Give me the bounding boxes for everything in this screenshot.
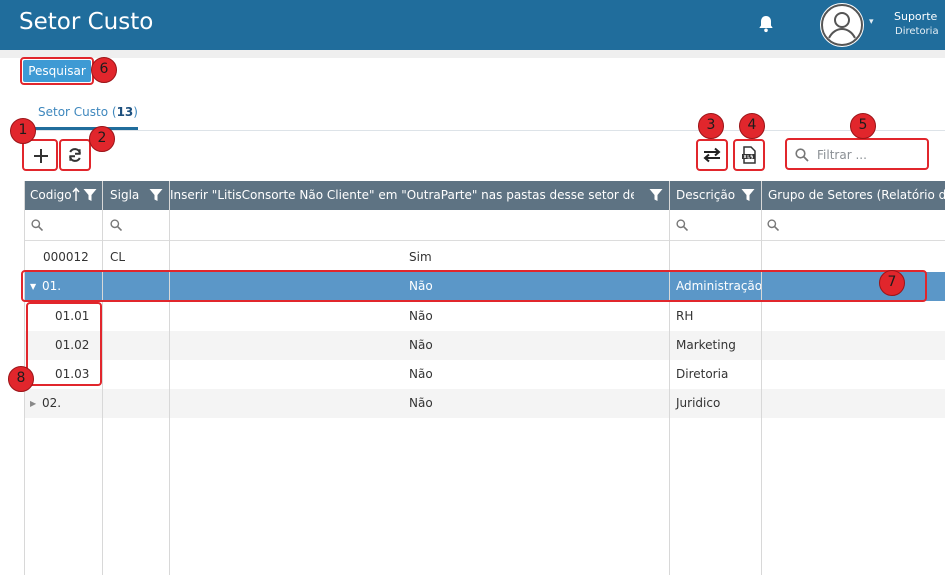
annotation-badge-5: 5 [850, 113, 876, 139]
annotation-badge-7: 7 [879, 270, 905, 296]
chevron-down-icon[interactable]: ▾ [869, 17, 874, 27]
column-header-descricao[interactable]: Descrição [676, 181, 735, 210]
cell-inserir: Sim [409, 250, 432, 264]
column-divider [102, 181, 103, 575]
tab-label: Setor Custo ( [38, 105, 117, 119]
grid-search-row [24, 210, 945, 241]
cell-descricao: RH [676, 309, 694, 323]
table-row[interactable]: 01.01 Não RH [24, 302, 945, 331]
column-header-grupo[interactable]: Grupo de Setores (Relatório de [768, 181, 945, 210]
filter-input[interactable]: Filtrar ... [785, 138, 929, 170]
tab-count: 13 [116, 105, 134, 119]
filter-icon[interactable] [149, 188, 163, 202]
cell-inserir: Não [409, 396, 433, 410]
user-avatar-icon[interactable] [820, 3, 864, 47]
export-xlsx-button[interactable] [733, 139, 765, 171]
search-icon[interactable] [110, 219, 122, 231]
search-icon[interactable] [31, 219, 43, 231]
annotation-badge-4: 4 [739, 113, 765, 139]
user-name: Suporte [894, 10, 938, 23]
cell-descricao: Juridico [676, 396, 721, 410]
sort-asc-icon[interactable] [72, 187, 80, 202]
table-row[interactable]: ▶ 02. Não Juridico [24, 389, 945, 418]
plus-icon [34, 149, 48, 163]
filter-icon[interactable] [741, 188, 755, 202]
cell-codigo: 000012 [43, 250, 89, 264]
annotation-badge-3: 3 [698, 113, 724, 139]
table-row[interactable]: 000012 CL Sim [24, 243, 945, 272]
swap-icon [703, 147, 721, 163]
filter-placeholder: Filtrar ... [817, 148, 867, 162]
table-row[interactable]: 01.02 Não Marketing [24, 331, 945, 360]
tab-setor-custo[interactable]: Setor Custo (13) [38, 105, 138, 119]
tab-divider [24, 130, 945, 131]
cell-descricao: Marketing [676, 338, 736, 352]
refresh-button[interactable] [59, 139, 91, 171]
search-icon[interactable] [676, 219, 688, 231]
search-icon[interactable] [767, 219, 779, 231]
annotation-badge-1: 1 [10, 118, 36, 144]
pesquisar-button[interactable]: Pesquisar [23, 60, 91, 82]
xlsx-export-icon [742, 146, 756, 164]
column-divider [761, 181, 762, 575]
filter-icon[interactable] [83, 188, 97, 202]
page-title: Setor Custo [19, 9, 154, 35]
refresh-icon [69, 148, 81, 162]
cell-sigla: CL [110, 250, 126, 264]
filter-icon[interactable] [649, 188, 663, 202]
annotation-box-8 [26, 302, 102, 386]
add-button[interactable] [22, 139, 58, 171]
tab-suffix: ) [133, 105, 138, 119]
cell-inserir: Não [409, 309, 433, 323]
search-icon [795, 148, 809, 162]
column-divider [669, 181, 670, 575]
annotation-box-7 [21, 270, 927, 302]
annotation-badge-6: 6 [91, 57, 117, 83]
cell-inserir: Não [409, 338, 433, 352]
column-header-inserir[interactable]: Inserir "LitisConsorte Não Cliente" em "… [170, 181, 634, 210]
expand-caret-icon[interactable]: ▶ [30, 389, 36, 418]
column-header-sigla[interactable]: Sigla [110, 181, 139, 210]
cell-codigo: 02. [42, 396, 62, 410]
annotation-badge-8: 8 [8, 366, 34, 392]
swap-button[interactable] [696, 139, 728, 171]
column-divider [169, 181, 170, 575]
cell-inserir: Não [409, 367, 433, 381]
column-header-codigo[interactable]: Codigo [30, 181, 72, 210]
cell-descricao: Diretoria [676, 367, 729, 381]
annotation-badge-2: 2 [89, 126, 115, 152]
header-separator [0, 50, 945, 58]
bell-icon[interactable] [756, 14, 776, 34]
user-role: Diretoria [895, 26, 939, 37]
app-header: Setor Custo ▾ Suporte Diretoria [0, 0, 945, 50]
table-row[interactable]: 01.03 Não Diretoria [24, 360, 945, 389]
